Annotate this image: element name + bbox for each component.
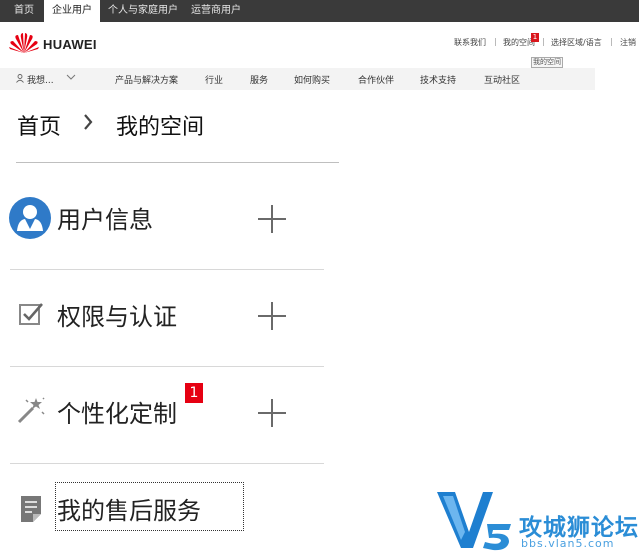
menu-label-customization[interactable]: 个性化定制	[57, 394, 177, 429]
nav-item-products[interactable]: 产品与解决方案	[115, 73, 178, 86]
divider: |	[542, 37, 545, 46]
nav-item-how-to-buy[interactable]: 如何购买	[294, 73, 330, 86]
user-menu-label[interactable]: 我想...	[27, 73, 54, 86]
top-tab-bar: 首页 企业用户 个人与家庭用户 运营商用户	[0, 0, 639, 22]
tab-enterprise[interactable]: 企业用户	[44, 0, 100, 22]
divider: |	[494, 37, 497, 46]
tab-carrier[interactable]: 运营商用户	[186, 0, 246, 22]
document-icon	[21, 496, 41, 522]
v5-watermark-logo-icon	[437, 492, 511, 551]
myspace-tooltip: 我的空间	[531, 57, 563, 68]
divider: |	[610, 37, 613, 46]
watermark-url: bbs.vlan5.com	[521, 537, 615, 550]
menu-label-permissions[interactable]: 权限与认证	[57, 297, 177, 332]
divider	[10, 366, 324, 367]
chevron-right-icon	[84, 114, 93, 130]
menu-label-after-sales[interactable]: 我的售后服务	[57, 491, 201, 526]
divider	[10, 463, 324, 464]
nav-item-industries[interactable]: 行业	[205, 73, 223, 86]
user-icon	[16, 74, 24, 83]
huawei-logo-icon[interactable]	[8, 32, 40, 54]
contact-link[interactable]: 联系我们	[454, 37, 486, 48]
nav-item-services[interactable]: 服务	[250, 73, 268, 86]
nav-item-support[interactable]: 技术支持	[420, 73, 456, 86]
nav-item-community[interactable]: 互动社区	[484, 73, 520, 86]
tab-home[interactable]: 首页	[6, 0, 42, 22]
checkbox-icon	[19, 303, 43, 325]
expand-permissions-button[interactable]	[258, 302, 286, 330]
magic-wand-icon	[17, 397, 45, 424]
divider	[10, 269, 324, 270]
tab-personal-home[interactable]: 个人与家庭用户	[104, 0, 182, 22]
logout-link[interactable]: 注销	[620, 37, 636, 48]
notification-badge: 1	[185, 383, 203, 403]
region-language-link[interactable]: 选择区域/语言	[551, 37, 602, 48]
breadcrumb-home[interactable]: 首页	[17, 109, 61, 141]
expand-user-info-button[interactable]	[258, 205, 286, 233]
brand-name: HUAWEI	[43, 37, 97, 52]
nav-item-partners[interactable]: 合作伙伴	[358, 73, 394, 86]
chevron-down-icon[interactable]	[66, 73, 76, 81]
breadcrumb-current: 我的空间	[116, 115, 205, 140]
expand-customization-button[interactable]	[258, 399, 286, 427]
divider	[16, 162, 339, 163]
user-profile-icon	[9, 197, 51, 239]
menu-label-user-info[interactable]: 用户信息	[57, 200, 153, 235]
notification-badge: 1	[531, 33, 539, 42]
